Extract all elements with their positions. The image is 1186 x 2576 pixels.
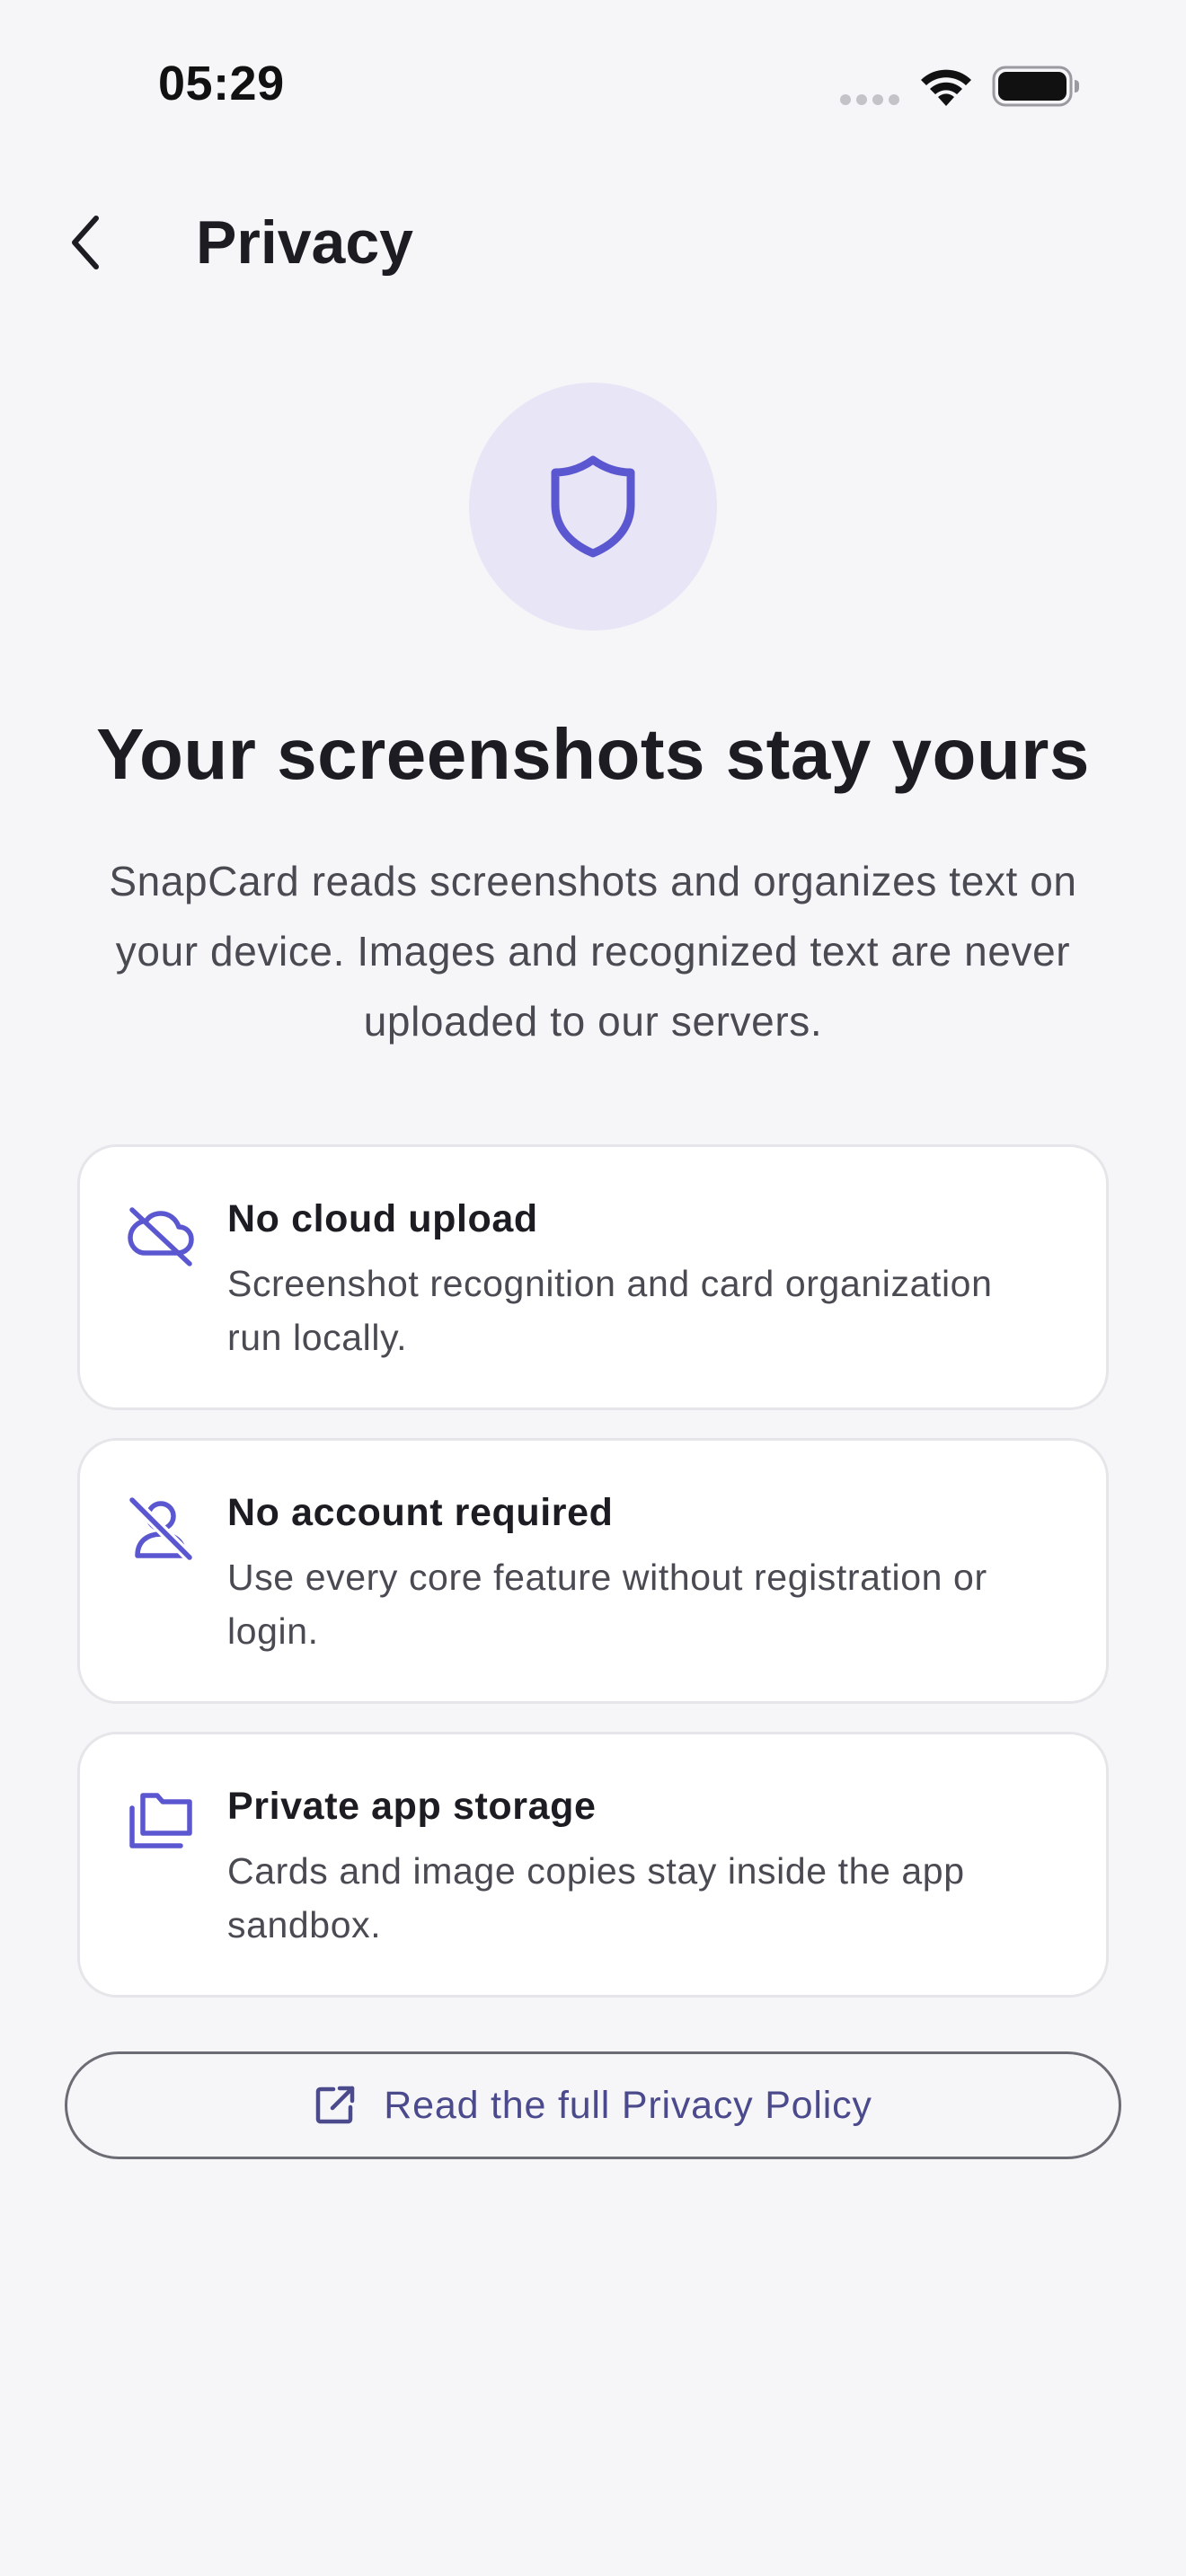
privacy-policy-button[interactable]: Read the full Privacy Policy — [65, 2051, 1121, 2159]
external-link-icon — [316, 2086, 355, 2124]
feature-description: Cards and image copies stay inside the a… — [227, 1850, 965, 1945]
feature-description: Screenshot recognition and card organiza… — [227, 1263, 993, 1358]
privacy-policy-label: Read the full Privacy Policy — [384, 2083, 872, 2127]
feature-card-private-app-storage: Private app storage Cards and image copi… — [77, 1732, 1109, 1998]
shield-icon — [551, 455, 635, 558]
status-time: 05:29 — [158, 57, 285, 110]
status-bar: 05:29 — [0, 0, 1186, 171]
cloud-off-icon — [128, 1207, 194, 1266]
feature-description: Use every core feature without registrat… — [227, 1557, 987, 1652]
user-off-icon — [127, 1495, 195, 1563]
feature-title: No account required — [227, 1491, 614, 1534]
battery-icon — [992, 66, 1079, 107]
feature-title: Private app storage — [227, 1785, 597, 1828]
hero-icon-circle — [469, 383, 717, 631]
wifi-icon — [921, 69, 971, 106]
folders-icon — [129, 1793, 192, 1848]
chevron-left-icon — [72, 216, 99, 269]
feature-title: No cloud upload — [227, 1197, 538, 1240]
feature-card-no-account-required: No account required Use every core featu… — [77, 1438, 1109, 1704]
hero-title: Your screenshots stay yours — [96, 714, 1090, 794]
page-title: Privacy — [196, 208, 413, 277]
hero-description: SnapCard reads screenshots and organizes… — [109, 858, 1077, 1045]
back-button[interactable] — [45, 198, 126, 287]
cellular-signal-icon — [840, 94, 899, 105]
feature-card-no-cloud-upload: No cloud upload Screenshot recognition a… — [77, 1144, 1109, 1410]
